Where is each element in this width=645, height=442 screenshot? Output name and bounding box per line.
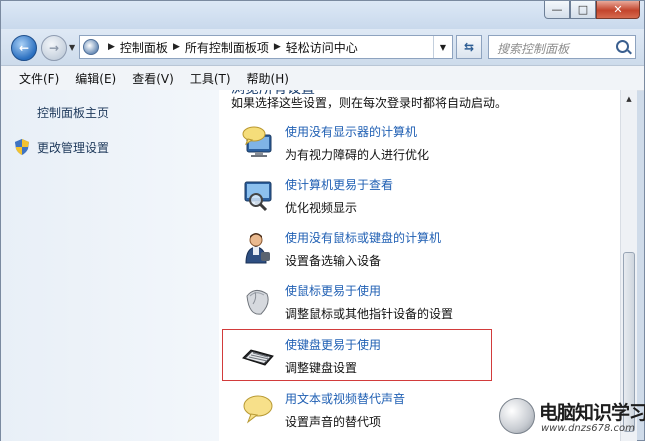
link-easier-to-see[interactable]: 使计算机更易于查看: [285, 176, 393, 193]
speech-monitor-icon: [242, 126, 272, 157]
refresh-icon: ⇆: [463, 40, 475, 54]
chevron-right-icon[interactable]: ▶: [108, 42, 115, 52]
watermark-url: www.dnzs678.com: [541, 423, 635, 434]
title-bar: — □ ✕: [1, 1, 644, 29]
item-description: 设置备选输入设备: [285, 254, 382, 268]
search-input[interactable]: 搜索控制面板: [488, 35, 636, 59]
breadcrumb-item[interactable]: 轻松访问中心: [286, 39, 358, 56]
menu-help[interactable]: 帮助(H): [239, 70, 297, 87]
window-controls: — □ ✕: [544, 1, 640, 19]
intro-text: 如果选择这些设置，则在每次登录时都将自动启动。: [231, 96, 508, 110]
explorer-window: — □ ✕ ← → ▼ ▶ 控制面板 ▶ 所有控制面板项 ▶ 轻松访问中心 ▼ …: [0, 0, 645, 441]
minimize-button[interactable]: —: [544, 1, 570, 19]
sidebar: 控制面板主页 更改管理设置: [1, 90, 219, 441]
arrow-left-icon: ←: [18, 41, 30, 55]
chevron-right-icon[interactable]: ▶: [173, 42, 180, 52]
forward-button[interactable]: →: [41, 35, 67, 61]
link-easier-mouse[interactable]: 使鼠标更易于使用: [285, 282, 381, 299]
link-text-alternatives[interactable]: 用文本或视频替代声音: [285, 390, 405, 407]
address-bar: ← → ▼ ▶ 控制面板 ▶ 所有控制面板项 ▶ 轻松访问中心 ▼ ⇆ 搜索控制…: [1, 29, 644, 65]
control-panel-icon: [83, 39, 99, 55]
arrow-right-icon: →: [48, 41, 60, 55]
search-icon[interactable]: [616, 40, 629, 53]
item-description: 为有视力障碍的人进行优化: [285, 148, 430, 162]
breadcrumb-item[interactable]: 控制面板: [120, 39, 168, 56]
list-item: 使计算机更易于查看 优化视频显示: [241, 176, 611, 220]
shield-icon: [15, 139, 29, 155]
watermark-title: 电脑知识学习网: [539, 402, 645, 424]
menu-view[interactable]: 查看(V): [124, 70, 182, 87]
list-item: 使用没有鼠标或键盘的计算机 设置备选输入设备: [241, 229, 611, 273]
sidebar-link-admin-settings[interactable]: 更改管理设置: [37, 139, 109, 156]
item-description: 优化视频显示: [285, 201, 358, 215]
list-item: 使用没有显示器的计算机 为有视力障碍的人进行优化: [241, 123, 611, 167]
back-button[interactable]: ←: [11, 35, 37, 61]
recent-pages-dropdown[interactable]: ▼: [69, 43, 75, 52]
refresh-button[interactable]: ⇆: [456, 35, 482, 59]
sidebar-link-home[interactable]: 控制面板主页: [37, 104, 109, 121]
search-placeholder: 搜索控制面板: [497, 42, 570, 56]
close-button[interactable]: ✕: [596, 1, 640, 19]
breadcrumb[interactable]: ▶ 控制面板 ▶ 所有控制面板项 ▶ 轻松访问中心 ▼: [79, 35, 453, 59]
highlight-box: [222, 329, 492, 381]
link-no-mouse-keyboard[interactable]: 使用没有鼠标或键盘的计算机: [285, 229, 441, 246]
magnifier-monitor-icon: [244, 181, 272, 212]
content-pane: 浏览所有设置 如果选择这些设置，则在每次登录时都将自动启动。 使用没有显示器的计…: [219, 90, 620, 441]
chevron-up-icon: ▲: [626, 94, 632, 103]
item-description: 设置声音的替代项: [285, 415, 382, 429]
person-icon: [245, 233, 270, 264]
menu-file[interactable]: 文件(F): [1, 70, 67, 87]
maximize-button[interactable]: □: [570, 1, 596, 19]
item-description: 调整鼠标或其他指针设备的设置: [285, 307, 454, 321]
vertical-scrollbar[interactable]: ▲: [620, 90, 637, 441]
breadcrumb-item[interactable]: 所有控制面板项: [185, 39, 269, 56]
mouse-icon: [246, 290, 269, 315]
speech-bubble-icon: [243, 395, 273, 424]
menu-tools[interactable]: 工具(T): [182, 70, 239, 87]
menu-edit[interactable]: 编辑(E): [67, 70, 124, 87]
watermark-logo: [499, 398, 535, 434]
menu-bar: 文件(F) 编辑(E) 查看(V) 工具(T) 帮助(H): [1, 65, 644, 91]
watermark: 电脑知识学习网 www.dnzs678.com: [499, 396, 645, 442]
scroll-up-button[interactable]: ▲: [621, 90, 637, 107]
link-no-display[interactable]: 使用没有显示器的计算机: [285, 123, 417, 140]
address-dropdown[interactable]: ▼: [433, 36, 452, 58]
chevron-right-icon[interactable]: ▶: [274, 42, 281, 52]
list-item: 使鼠标更易于使用 调整鼠标或其他指针设备的设置: [241, 282, 611, 326]
